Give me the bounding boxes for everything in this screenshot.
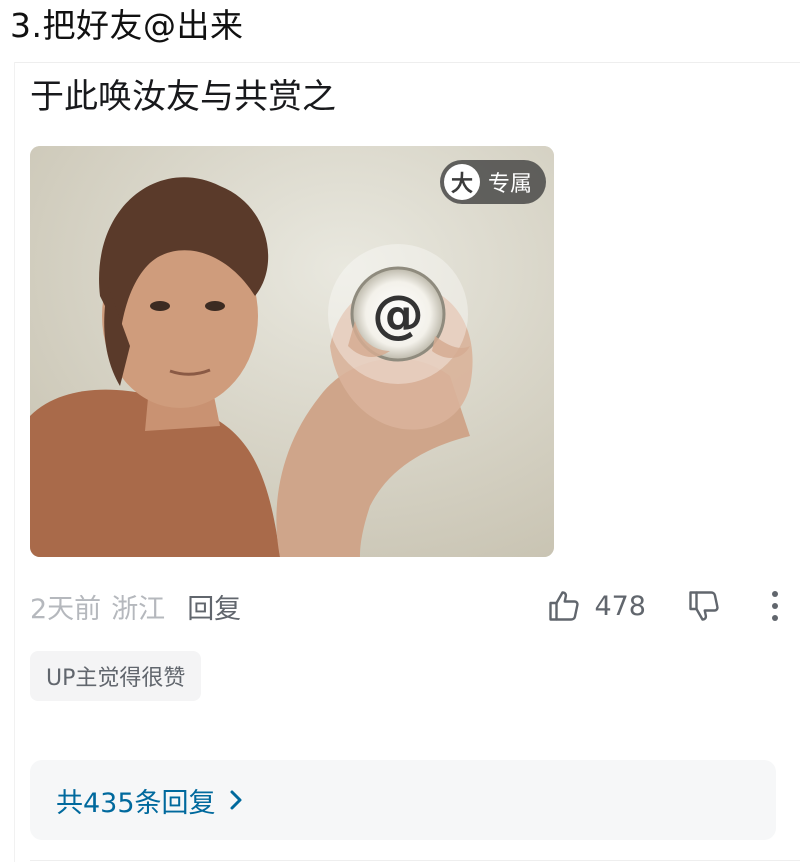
thumb-up-icon[interactable] <box>546 588 582 624</box>
thumb-down-icon[interactable] <box>686 588 722 624</box>
exclusive-badge: 大 专属 <box>439 160 546 204</box>
divider <box>14 62 800 63</box>
card-border <box>14 62 15 862</box>
reply-button[interactable]: 回复 <box>187 587 241 626</box>
more-vertical-icon[interactable] <box>770 589 780 623</box>
meme-illustration: @ <box>30 146 554 557</box>
big-member-icon: 大 <box>443 164 480 200</box>
up-liked-tag: UP主觉得很赞 <box>30 651 202 701</box>
comment-actions: 478 <box>546 583 780 629</box>
comment-page: 3.把好友@出来 于此唤汝友与共赏之 @ 大 专属 2天前 浙江 回复 478 … <box>0 0 800 866</box>
comment-image[interactable]: @ 大 专属 <box>30 146 554 557</box>
like-count: 478 <box>594 590 646 622</box>
comment-time: 2天前 <box>30 593 102 625</box>
badge-label: 专属 <box>487 172 532 197</box>
comment-text: 于此唤汝友与共赏之 <box>30 77 336 117</box>
replies-count-label: 共435条回复 <box>56 787 216 819</box>
replies-panel[interactable]: 共435条回复 <box>30 760 776 840</box>
at-symbol: @ <box>372 285 424 345</box>
section-heading: 3.把好友@出来 <box>10 6 244 45</box>
divider <box>30 860 800 861</box>
comment-location: 浙江 <box>111 593 166 625</box>
comment-meta: 2天前 浙江 回复 <box>30 583 241 629</box>
chevron-right-icon <box>228 788 244 812</box>
view-replies-link[interactable]: 共435条回复 <box>56 781 244 820</box>
